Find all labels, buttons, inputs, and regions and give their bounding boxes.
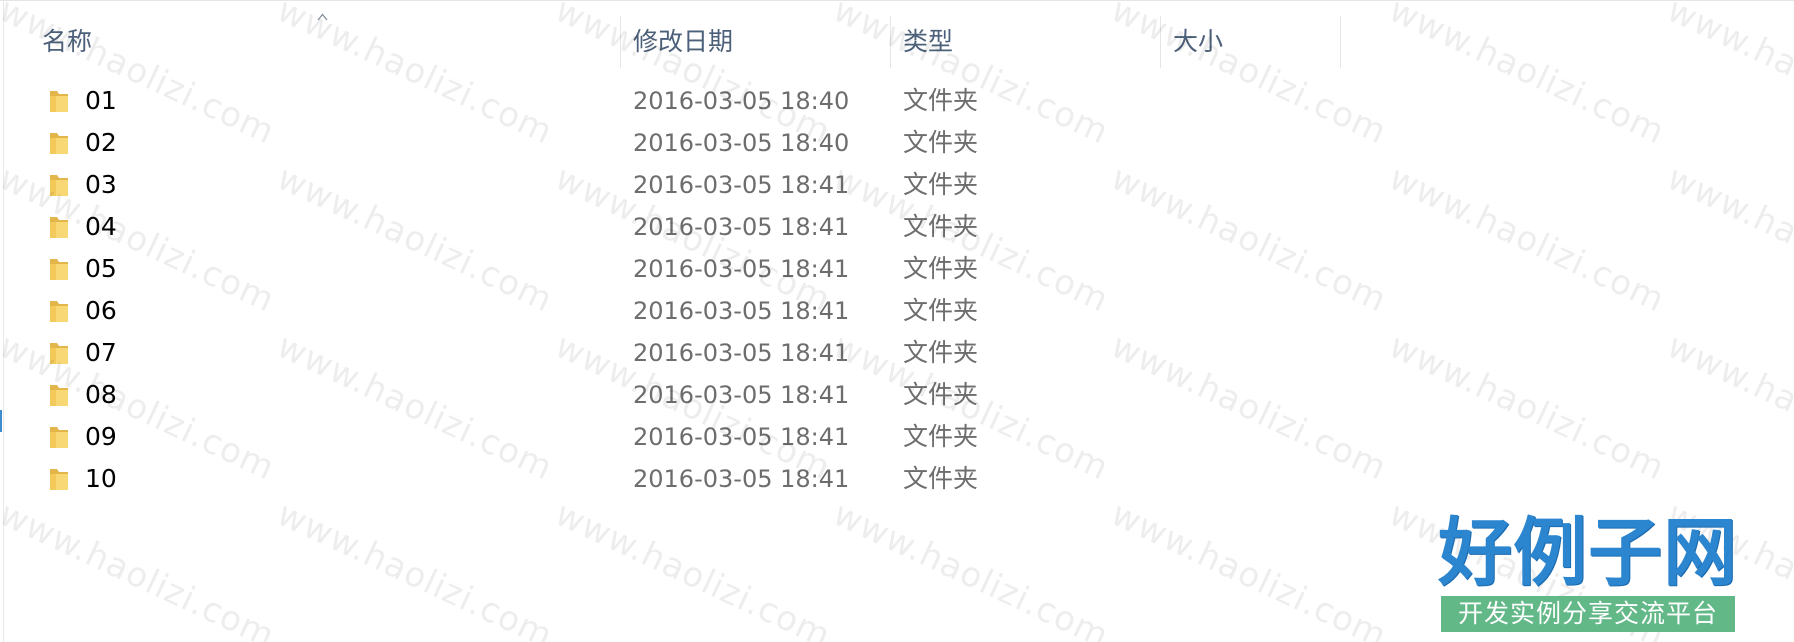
file-modified-date: 2016-03-05 18:41 (633, 297, 850, 325)
folder-icon (50, 91, 68, 112)
navigation-pane-edge[interactable] (0, 410, 2, 432)
file-modified-date: 2016-03-05 18:41 (633, 213, 850, 241)
file-name[interactable]: 10 (85, 458, 117, 500)
file-type: 文件夹 (903, 296, 979, 325)
column-divider[interactable] (1160, 16, 1161, 68)
file-name[interactable]: 06 (85, 290, 117, 332)
file-modified-date: 2016-03-05 18:41 (633, 381, 850, 409)
folder-icon (50, 259, 68, 280)
watermark-text: www.haolizi.com (271, 494, 559, 642)
folder-icon (50, 175, 68, 196)
file-row[interactable]: 04 2016-03-05 18:41 文件夹 (40, 206, 1570, 248)
file-name[interactable]: 09 (85, 416, 117, 458)
file-name[interactable]: 08 (85, 374, 117, 416)
file-type: 文件夹 (903, 464, 979, 493)
watermark-text: www.haolizi.com (549, 494, 837, 642)
file-explorer-view: 名称 修改日期 类型 大小 01 2016-03-05 18:40 文件夹 02 201… (0, 0, 1794, 642)
column-header-date[interactable]: 修改日期 (633, 0, 883, 70)
file-type: 文件夹 (903, 128, 979, 157)
column-header-type[interactable]: 类型 (903, 0, 1153, 70)
watermark-text: www.haolizi.com (827, 494, 1115, 642)
column-divider[interactable] (620, 16, 621, 68)
file-name[interactable]: 04 (85, 206, 117, 248)
watermark-text: www.haolizi.com (0, 494, 281, 642)
column-divider[interactable] (890, 16, 891, 68)
file-modified-date: 2016-03-05 18:41 (633, 423, 850, 451)
file-modified-date: 2016-03-05 18:41 (633, 171, 850, 199)
site-logo: 好例子网 开发实例分享交流平台 (1438, 510, 1738, 632)
file-row[interactable]: 02 2016-03-05 18:40 文件夹 (40, 122, 1570, 164)
file-row[interactable]: 05 2016-03-05 18:41 文件夹 (40, 248, 1570, 290)
file-type: 文件夹 (903, 170, 979, 199)
file-row[interactable]: 10 2016-03-05 18:41 文件夹 (40, 458, 1570, 500)
logo-title: 好例子网 (1438, 510, 1738, 596)
file-row[interactable]: 09 2016-03-05 18:41 文件夹 (40, 416, 1570, 458)
file-modified-date: 2016-03-05 18:40 (633, 129, 850, 157)
file-type: 文件夹 (903, 254, 979, 283)
file-name[interactable]: 01 (85, 80, 117, 122)
column-header-size[interactable]: 大小 (1173, 0, 1323, 70)
column-header-name[interactable]: 名称 (42, 0, 612, 70)
watermark-text: www.haolizi.com (1661, 326, 1794, 489)
column-divider[interactable] (1340, 16, 1341, 68)
file-type: 文件夹 (903, 338, 979, 367)
file-type: 文件夹 (903, 86, 979, 115)
column-header-bar: 名称 修改日期 类型 大小 (0, 0, 1794, 70)
file-modified-date: 2016-03-05 18:41 (633, 255, 850, 283)
folder-icon (50, 385, 68, 406)
folder-icon (50, 469, 68, 490)
file-type: 文件夹 (903, 422, 979, 451)
file-name[interactable]: 02 (85, 122, 117, 164)
file-row[interactable]: 08 2016-03-05 18:41 文件夹 (40, 374, 1570, 416)
file-modified-date: 2016-03-05 18:41 (633, 339, 850, 367)
folder-icon (50, 133, 68, 154)
file-row[interactable]: 07 2016-03-05 18:41 文件夹 (40, 332, 1570, 374)
folder-icon (50, 301, 68, 322)
file-row[interactable]: 01 2016-03-05 18:40 文件夹 (40, 80, 1570, 122)
file-type: 文件夹 (903, 212, 979, 241)
folder-icon (50, 343, 68, 364)
file-name[interactable]: 03 (85, 164, 117, 206)
logo-subtitle: 开发实例分享交流平台 (1441, 596, 1735, 632)
file-row[interactable]: 03 2016-03-05 18:41 文件夹 (40, 164, 1570, 206)
file-name[interactable]: 05 (85, 248, 117, 290)
file-modified-date: 2016-03-05 18:41 (633, 465, 850, 493)
left-border (3, 0, 4, 642)
file-row[interactable]: 06 2016-03-05 18:41 文件夹 (40, 290, 1570, 332)
file-type: 文件夹 (903, 380, 979, 409)
folder-icon (50, 427, 68, 448)
file-name[interactable]: 07 (85, 332, 117, 374)
file-modified-date: 2016-03-05 18:40 (633, 87, 850, 115)
watermark-text: www.haolizi.com (1105, 494, 1393, 642)
folder-icon (50, 217, 68, 238)
watermark-text: www.haolizi.com (1661, 158, 1794, 321)
